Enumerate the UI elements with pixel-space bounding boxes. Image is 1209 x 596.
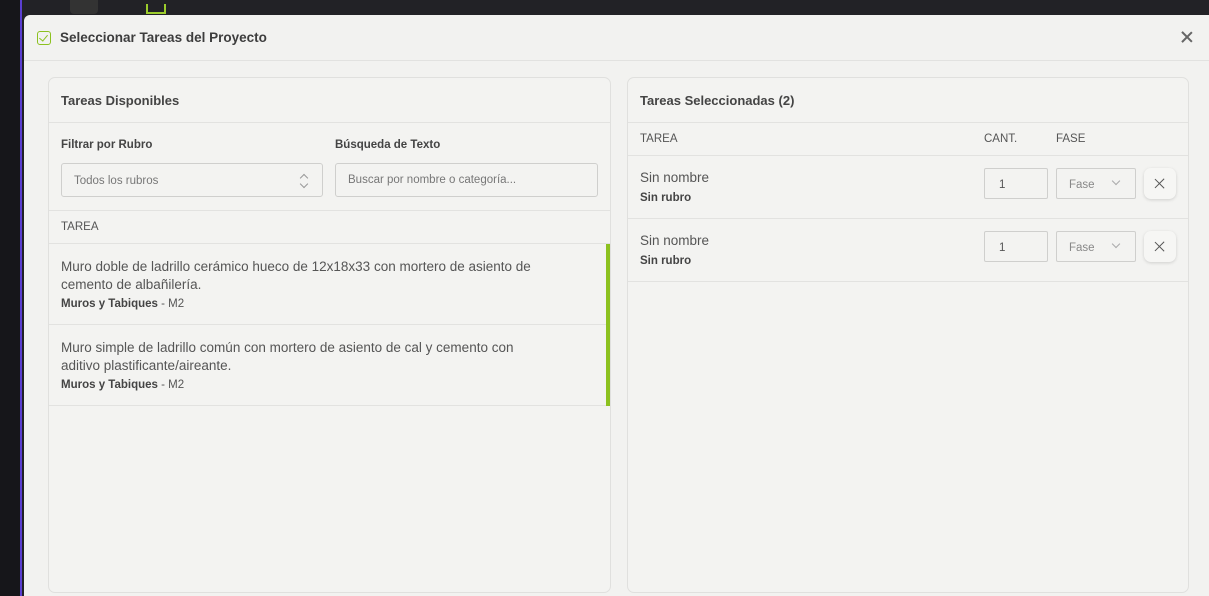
remove-task-button[interactable] (1144, 231, 1176, 262)
task-meta: Muros y Tabiques - M2 (61, 298, 550, 310)
phase-select-value: Fase (1069, 179, 1095, 191)
task-name: Muro doble de ladrillo cerámico hueco de… (61, 259, 531, 292)
selected-task-rubro: Sin rubro (640, 255, 692, 267)
phase-select-value: Fase (1069, 242, 1095, 254)
background-check-icon (146, 4, 166, 14)
selected-task-row: Sin nombre Sin rubro 1 Fase (628, 219, 1188, 282)
task-unit: - M2 (157, 379, 185, 391)
selected-task-rubro: Sin rubro (640, 192, 692, 204)
background-sidebar (0, 0, 22, 596)
available-task-row[interactable]: Muro doble de ladrillo cerámico hueco de… (49, 244, 610, 325)
task-column-header: TAREA (49, 211, 610, 244)
phase-select[interactable]: Fase (1056, 168, 1136, 199)
selected-tasks-title: Tareas Seleccionadas (2) (628, 78, 1188, 123)
selected-accent-bar (606, 325, 610, 406)
close-icon (1153, 177, 1166, 190)
rubro-select-value: Todos los rubros (74, 175, 159, 187)
remove-task-button[interactable] (1144, 168, 1176, 199)
col-phase: FASE (1056, 133, 1086, 145)
filter-rubro-label: Filtrar por Rubro (61, 139, 153, 151)
available-task-row[interactable]: Muro simple de ladrillo común con morter… (49, 325, 610, 406)
quantity-input[interactable]: 1 (984, 231, 1048, 262)
filters-section: Filtrar por Rubro Búsqueda de Texto Todo… (49, 123, 610, 211)
select-tasks-modal: Seleccionar Tareas del Proyecto Tareas D… (24, 15, 1209, 596)
checkbox-icon (37, 30, 51, 45)
home-icon (70, 0, 98, 14)
available-tasks-panel: Tareas Disponibles Filtrar por Rubro Bús… (48, 77, 611, 593)
selected-tasks-panel: Tareas Seleccionadas (2) TAREA CANT. FAS… (627, 77, 1189, 593)
selected-task-row: Sin nombre Sin rubro 1 Fase (628, 156, 1188, 219)
selected-accent-bar (606, 244, 610, 325)
available-tasks-title: Tareas Disponibles (49, 78, 610, 123)
search-input[interactable] (335, 163, 598, 197)
quantity-input[interactable]: 1 (984, 168, 1048, 199)
rubro-select[interactable]: Todos los rubros (61, 163, 323, 197)
close-icon (1153, 240, 1166, 253)
selected-columns-header: TAREA CANT. FASE (628, 123, 1188, 156)
selected-task-name: Sin nombre (640, 170, 710, 185)
search-label: Búsqueda de Texto (335, 139, 441, 151)
col-qty: CANT. (984, 133, 1018, 145)
select-arrows-icon (300, 174, 308, 188)
chevron-down-icon (1111, 239, 1121, 249)
modal-header: Seleccionar Tareas del Proyecto (24, 15, 1209, 61)
task-meta: Muros y Tabiques - M2 (61, 379, 550, 391)
close-icon[interactable] (1179, 29, 1195, 45)
task-name: Muro simple de ladrillo común con morter… (61, 340, 514, 373)
selected-task-name: Sin nombre (640, 233, 710, 248)
task-unit: - M2 (157, 298, 185, 310)
task-rubro: Muros y Tabiques (61, 379, 158, 391)
phase-select[interactable]: Fase (1056, 231, 1136, 262)
chevron-down-icon (1111, 176, 1121, 186)
task-rubro: Muros y Tabiques (61, 298, 158, 310)
modal-title: Seleccionar Tareas del Proyecto (60, 30, 267, 45)
col-task: TAREA (640, 133, 678, 145)
